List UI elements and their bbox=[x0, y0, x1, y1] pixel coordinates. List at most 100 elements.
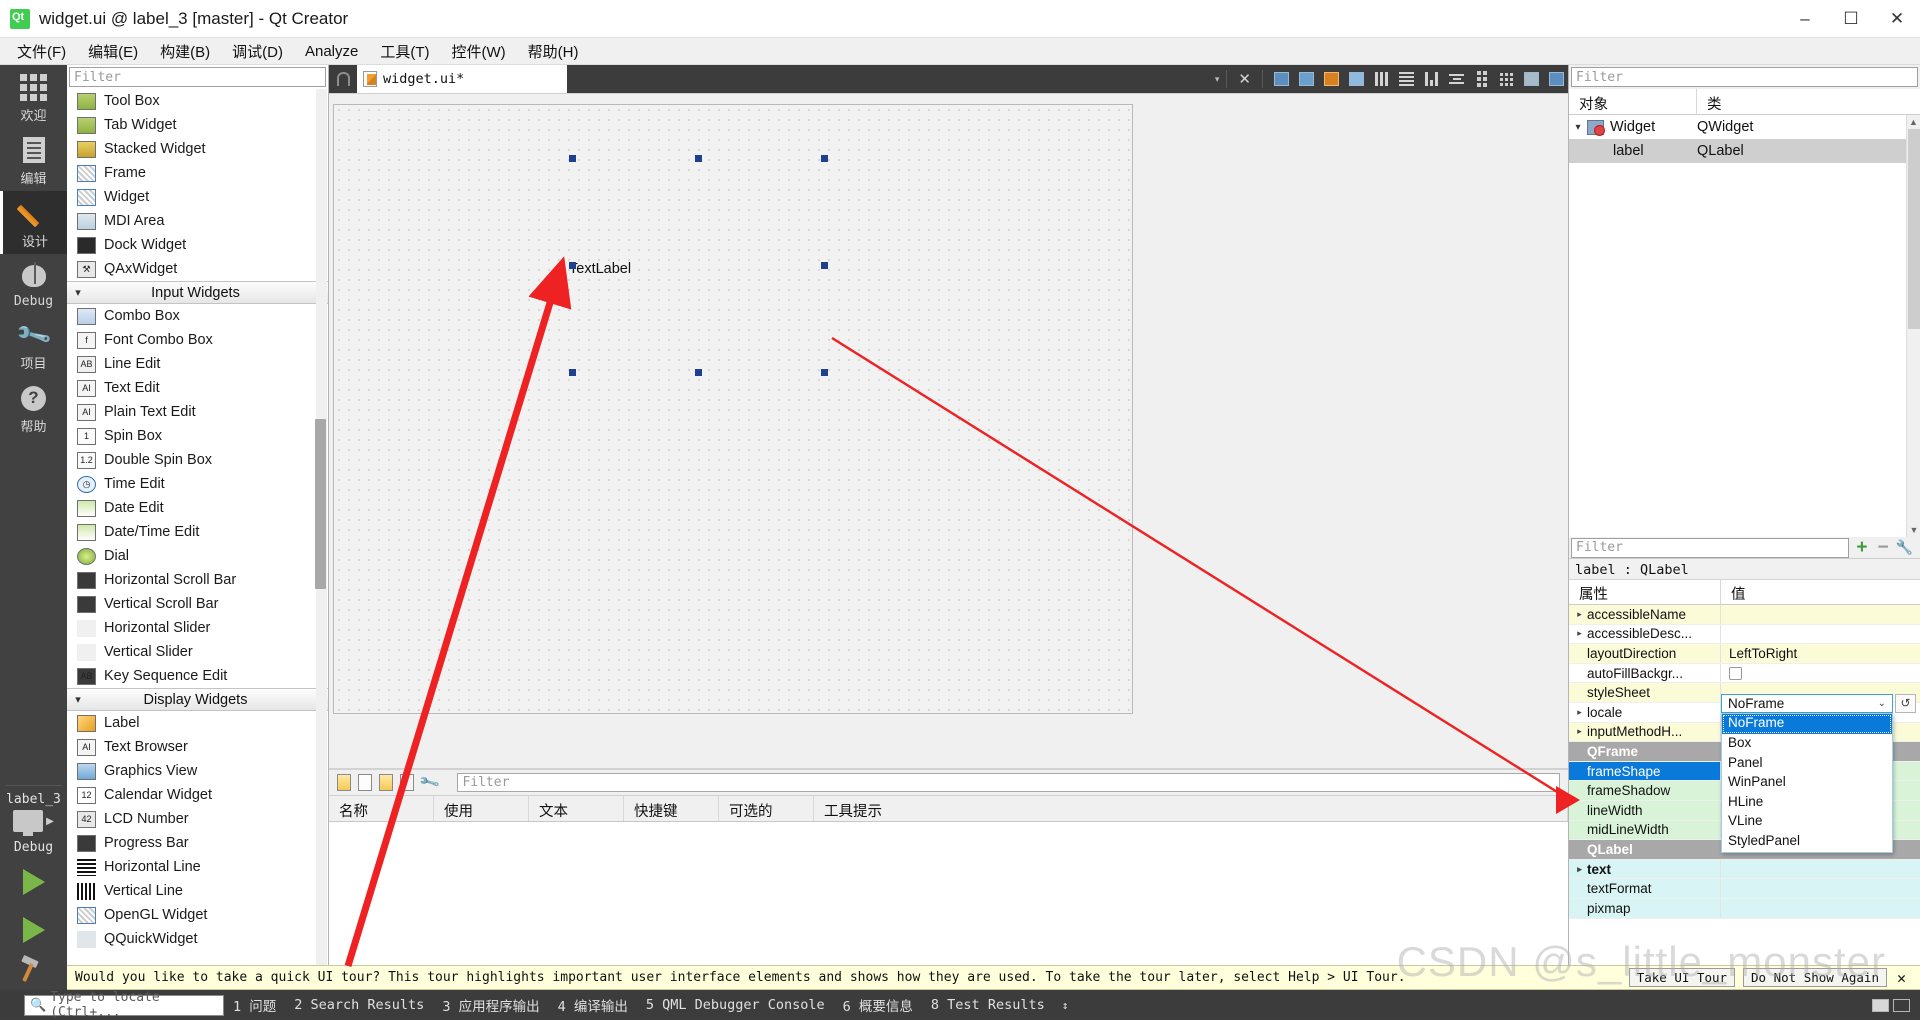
frame-shape-option-noframe[interactable]: NoFrame bbox=[1722, 714, 1892, 734]
widget-box-filter-input[interactable]: Filter bbox=[69, 67, 326, 87]
widget-item-date-edit[interactable]: Date Edit bbox=[67, 496, 328, 520]
adjust-size-icon[interactable] bbox=[1546, 69, 1567, 89]
output-pane-general-messages[interactable]: 6 概要信息 bbox=[834, 995, 922, 1015]
menu-analyze[interactable]: Analyze bbox=[294, 40, 369, 63]
object-tree-filter-input[interactable]: Filter bbox=[1571, 67, 1918, 87]
widget-item-opengl-widget[interactable]: OpenGL Widget bbox=[67, 903, 328, 927]
property-filter-input[interactable]: Filter bbox=[1571, 538, 1849, 558]
property-row-accessibledesc-[interactable]: ▸accessibleDesc... bbox=[1569, 625, 1920, 645]
paste-action-icon[interactable] bbox=[379, 774, 393, 791]
widget-box-scrollbar-thumb[interactable] bbox=[315, 419, 326, 589]
layout-horizontally-icon[interactable] bbox=[1371, 69, 1392, 89]
expand-arrow-icon[interactable]: ▸ bbox=[1572, 609, 1587, 620]
menu-file[interactable]: 文件(F) bbox=[6, 38, 77, 65]
new-action-icon[interactable] bbox=[337, 774, 351, 791]
plus-icon[interactable]: + bbox=[1851, 537, 1872, 559]
layout-grid-icon[interactable] bbox=[1496, 69, 1517, 89]
widget-item-horizontal-slider[interactable]: Horizontal Slider bbox=[67, 616, 328, 640]
widget-item-qquickwidget[interactable]: QQuickWidget bbox=[67, 927, 328, 951]
output-pane-qml-debugger[interactable]: 5 QML Debugger Console bbox=[637, 997, 834, 1013]
frame-shape-option-box[interactable]: Box bbox=[1722, 734, 1892, 754]
widget-item-text-edit[interactable]: AIText Edit bbox=[67, 376, 328, 400]
widget-item-text-browser[interactable]: AIText Browser bbox=[67, 735, 328, 759]
mode-debug[interactable]: Debug bbox=[0, 254, 67, 313]
frame-shape-option-panel[interactable]: Panel bbox=[1722, 754, 1892, 774]
selection-handle[interactable] bbox=[821, 262, 828, 269]
output-pane-application-output[interactable]: 3 应用程序输出 bbox=[433, 995, 548, 1015]
layout-form-icon[interactable] bbox=[1471, 69, 1492, 89]
widget-item-time-edit[interactable]: ◷Time Edit bbox=[67, 472, 328, 496]
widget-item-frame[interactable]: Frame bbox=[67, 161, 328, 185]
expand-arrow-icon[interactable]: ▸ bbox=[1572, 864, 1587, 875]
widget-item-line-edit[interactable]: ABLine Edit bbox=[67, 352, 328, 376]
widget-item-calendar-widget[interactable]: 12Calendar Widget bbox=[67, 783, 328, 807]
autofill-background-checkbox[interactable] bbox=[1729, 667, 1742, 680]
widget-item-lcd-number[interactable]: 42LCD Number bbox=[67, 807, 328, 831]
chevron-down-icon[interactable]: ⌄ bbox=[1878, 698, 1892, 709]
widget-item-vertical-scroll-bar[interactable]: Vertical Scroll Bar bbox=[67, 592, 328, 616]
menu-widgets[interactable]: 控件(W) bbox=[441, 38, 517, 65]
configure-icon[interactable]: 🔧 bbox=[418, 771, 442, 794]
mode-design[interactable]: 设计 bbox=[0, 191, 67, 254]
do-not-show-again-button[interactable]: Do Not Show Again bbox=[1743, 968, 1887, 987]
minimize-pane-icon[interactable] bbox=[1872, 999, 1889, 1012]
revert-property-button[interactable]: ↺ bbox=[1895, 694, 1916, 713]
widget-category-display-widgets[interactable]: ▾Display Widgets bbox=[67, 688, 328, 711]
property-row-layoutdirection[interactable]: layoutDirectionLeftToRight bbox=[1569, 644, 1920, 664]
chevron-down-icon[interactable]: ▾ bbox=[1569, 122, 1587, 133]
menu-build[interactable]: 构建(B) bbox=[149, 38, 221, 65]
build-button[interactable] bbox=[20, 954, 48, 982]
widget-box-scrollbar-track[interactable] bbox=[316, 89, 327, 990]
mode-projects[interactable]: 🔧 项目 bbox=[0, 313, 67, 376]
expand-arrow-icon[interactable]: ▸ bbox=[1572, 726, 1587, 737]
mode-welcome[interactable]: 欢迎 bbox=[0, 65, 67, 128]
object-tree-scrollbar[interactable]: ▲ ▼ bbox=[1906, 115, 1920, 537]
object-tree-row-widget[interactable]: ▾ Widget QWidget bbox=[1569, 115, 1920, 139]
delete-action-icon[interactable] bbox=[400, 774, 414, 791]
widget-item-vertical-slider[interactable]: Vertical Slider bbox=[67, 640, 328, 664]
mode-help[interactable]: ? 帮助 bbox=[0, 376, 67, 439]
wrench-icon[interactable]: 🔧 bbox=[1894, 539, 1920, 556]
widget-item-widget[interactable]: Widget bbox=[67, 185, 328, 209]
take-ui-tour-button[interactable]: Take UI Tour bbox=[1629, 968, 1735, 987]
output-pane-issues[interactable]: 1 问题 bbox=[224, 995, 285, 1015]
maximize-button[interactable]: ☐ bbox=[1828, 0, 1874, 37]
widget-item-date-time-edit[interactable]: Date/Time Edit bbox=[67, 520, 328, 544]
output-pane-compile-output[interactable]: 4 编译输出 bbox=[549, 995, 637, 1015]
scroll-up-arrow-icon[interactable]: ▲ bbox=[1907, 115, 1920, 129]
widget-item-stacked-widget[interactable]: Stacked Widget bbox=[67, 137, 328, 161]
widget-item-label[interactable]: Label bbox=[67, 711, 328, 735]
widget-item-progress-bar[interactable]: Progress Bar bbox=[67, 831, 328, 855]
property-row-autofillbackgr-[interactable]: autoFillBackgr... bbox=[1569, 664, 1920, 684]
frame-shape-combo[interactable]: NoFrame ⌄ bbox=[1721, 694, 1893, 714]
frame-shape-dropdown[interactable]: NoFrameBoxPanelWinPanelHLineVLineStyledP… bbox=[1721, 713, 1893, 852]
selection-handle[interactable] bbox=[695, 155, 702, 162]
scrollbar-thumb[interactable] bbox=[1908, 129, 1920, 329]
menu-edit[interactable]: 编辑(E) bbox=[77, 38, 149, 65]
file-tab-widget-ui[interactable]: widget.ui* bbox=[357, 65, 567, 93]
widget-item-graphics-view[interactable]: Graphics View bbox=[67, 759, 328, 783]
property-row-pixmap[interactable]: pixmap bbox=[1569, 899, 1920, 919]
layout-splitter-v-icon[interactable] bbox=[1446, 69, 1467, 89]
object-tree-row-label[interactable]: label QLabel bbox=[1569, 139, 1920, 163]
frame-shape-option-winpanel[interactable]: WinPanel bbox=[1722, 773, 1892, 793]
frame-shape-option-hline[interactable]: HLine bbox=[1722, 793, 1892, 813]
output-pane-spinner-icon[interactable]: ↕ bbox=[1054, 999, 1077, 1012]
widget-item-horizontal-line[interactable]: Horizontal Line bbox=[67, 855, 328, 879]
selection-handle[interactable] bbox=[569, 369, 576, 376]
selection-handle[interactable] bbox=[821, 369, 828, 376]
widget-item-double-spin-box[interactable]: 1.2Double Spin Box bbox=[67, 448, 328, 472]
widget-item-spin-box[interactable]: 1Spin Box bbox=[67, 424, 328, 448]
run-button[interactable] bbox=[23, 869, 45, 895]
widget-item-horizontal-scroll-bar[interactable]: Horizontal Scroll Bar bbox=[67, 568, 328, 592]
action-table-body[interactable] bbox=[329, 822, 1568, 966]
kit-selector-button[interactable]: ▶ bbox=[13, 810, 54, 832]
widget-item-combo-box[interactable]: Combo Box bbox=[67, 304, 328, 328]
selection-handle[interactable] bbox=[569, 262, 576, 269]
menu-tools[interactable]: 工具(T) bbox=[369, 38, 440, 65]
close-document-icon[interactable]: ✕ bbox=[1234, 70, 1255, 88]
widget-item-vertical-line[interactable]: Vertical Line bbox=[67, 879, 328, 903]
property-row-accessiblename[interactable]: ▸accessibleName bbox=[1569, 605, 1920, 625]
menu-help[interactable]: 帮助(H) bbox=[517, 38, 590, 65]
edit-signals-slots-icon[interactable] bbox=[1296, 69, 1317, 89]
